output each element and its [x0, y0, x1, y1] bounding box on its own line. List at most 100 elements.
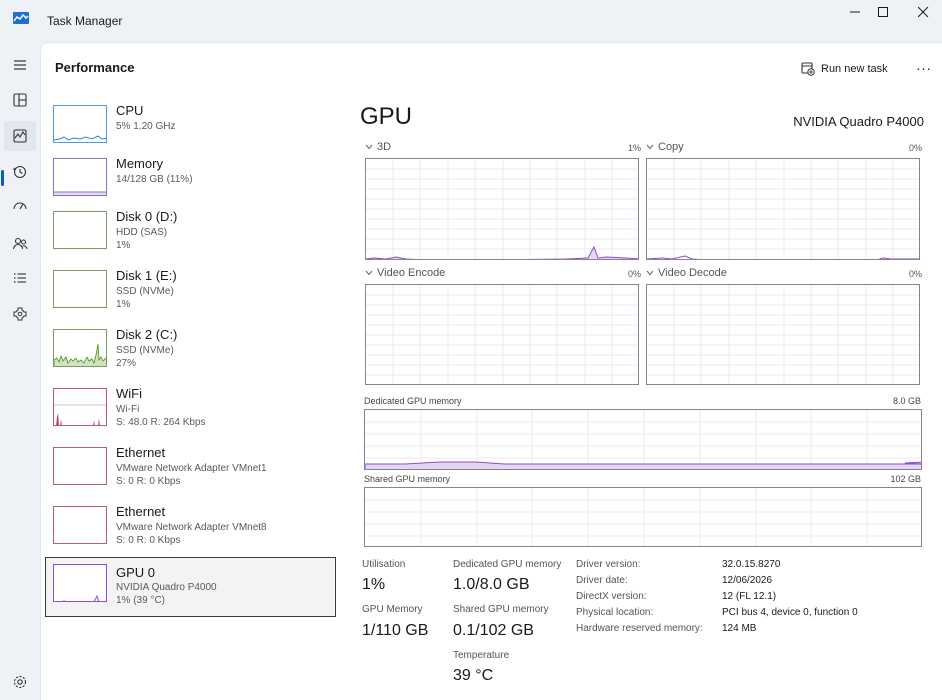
temperature-label: Temperature — [453, 650, 510, 661]
utilisation-label: Utilisation — [362, 559, 406, 570]
gpu-model-name: NVIDIA Quadro P4000 — [793, 114, 924, 129]
nav-processes[interactable] — [4, 85, 36, 115]
device-ethernet-vmnet8[interactable]: Ethernet VMware Network Adapter VMnet8 S… — [45, 502, 336, 560]
device-usage: 1% — [116, 240, 131, 251]
run-task-icon — [801, 62, 815, 76]
engine-video-encode-selector[interactable]: Video Encode — [365, 267, 445, 279]
run-new-task-label: Run new task — [821, 63, 888, 75]
device-detail: SSD (NVMe) — [116, 286, 174, 297]
device-memory[interactable]: Memory 14/128 GB (11%) — [45, 154, 336, 212]
run-new-task-button[interactable]: Run new task — [801, 59, 888, 79]
engine-copy-percent: 0% — [908, 143, 922, 153]
task-manager-app-icon — [13, 12, 29, 24]
chevron-down-icon — [365, 144, 373, 150]
info-key: Driver date: — [576, 575, 628, 586]
device-detail: 14/128 GB (11%) — [116, 174, 193, 185]
engine-video-decode-graph — [646, 284, 920, 385]
device-name: Disk 2 (C:) — [116, 327, 178, 342]
nav-services[interactable] — [4, 299, 36, 329]
dedicated-memory-graph — [364, 409, 922, 470]
device-name: CPU — [116, 103, 144, 118]
device-name: Memory — [116, 156, 163, 171]
gpu-0-thumbnail-graph — [53, 564, 107, 602]
device-name: WiFi — [116, 386, 142, 401]
engine-video-encode-graph — [365, 284, 639, 385]
shared-gpu-memory-value: 0.1/102 GB — [453, 622, 534, 639]
more-options-button[interactable]: ... — [913, 57, 935, 77]
settings-icon — [13, 675, 27, 689]
device-name: Disk 0 (D:) — [116, 209, 178, 224]
device-disk-2[interactable]: Disk 2 (C:) SSD (NVMe) 27% — [45, 325, 336, 383]
device-detail: NVIDIA Quadro P4000 — [116, 582, 217, 593]
nav-hamburger[interactable] — [4, 50, 36, 80]
info-value: 124 MB — [722, 623, 757, 634]
info-key: Physical location: — [576, 607, 654, 618]
device-name: Disk 1 (E:) — [116, 268, 177, 283]
shared-gpu-memory-label: Shared GPU memory — [453, 604, 549, 615]
device-detail: VMware Network Adapter VMnet8 — [116, 522, 267, 533]
engine-label: Video Encode — [377, 267, 446, 279]
engine-label: 3D — [377, 141, 392, 153]
wifi-thumbnail-graph — [53, 388, 107, 426]
info-value: 12 (FL 12.1) — [722, 591, 777, 602]
ethernet-vmnet8-thumbnail-graph — [53, 506, 107, 544]
shared-memory-max: 102 GB — [890, 474, 921, 484]
device-throughput: S: 0 R: 0 Kbps — [116, 476, 181, 487]
device-gpu-0[interactable]: GPU 0 NVIDIA Quadro P4000 1% (39 °C) — [45, 557, 336, 617]
disk-0-thumbnail-graph — [53, 211, 107, 249]
shared-memory-label: Shared GPU memory — [364, 474, 451, 484]
maximize-icon — [878, 7, 888, 17]
engine-copy-selector[interactable]: Copy — [646, 141, 684, 153]
dedicated-memory-label: Dedicated GPU memory — [364, 396, 462, 406]
window-title: Task Manager — [47, 14, 123, 28]
memory-thumbnail-graph — [53, 158, 107, 196]
hamburger-icon — [14, 60, 26, 70]
engine-video-decode-selector[interactable]: Video Decode — [646, 267, 727, 279]
info-value: PCI bus 4, device 0, function 0 — [722, 607, 858, 618]
chevron-down-icon — [646, 144, 654, 150]
gpu-heading: GPU — [360, 103, 413, 130]
close-icon — [917, 6, 929, 18]
device-name: Ethernet — [116, 445, 166, 460]
device-disk-0[interactable]: Disk 0 (D:) HDD (SAS) 1% — [45, 207, 336, 265]
navigation-rail — [0, 42, 40, 700]
device-ethernet-vmnet1[interactable]: Ethernet VMware Network Adapter VMnet1 S… — [45, 443, 336, 501]
device-usage: 1% — [116, 299, 131, 310]
info-key: Hardware reserved memory: — [576, 623, 703, 634]
device-usage: 1% (39 °C) — [116, 595, 166, 606]
device-detail: SSD (NVMe) — [116, 345, 174, 356]
temperature-value: 39 °C — [453, 667, 494, 684]
nav-details[interactable] — [4, 263, 36, 293]
engine-label: Video Decode — [658, 267, 727, 279]
engine-3d-selector[interactable]: 3D — [365, 141, 391, 153]
engine-video-encode-percent: 0% — [627, 269, 641, 279]
nav-users[interactable] — [4, 228, 36, 258]
dedicated-gpu-memory-label: Dedicated GPU memory — [453, 559, 562, 570]
device-throughput: S: 48.0 R: 264 Kbps — [116, 417, 206, 428]
nav-app-history[interactable] — [4, 157, 36, 187]
device-throughput: S: 0 R: 0 Kbps — [116, 535, 181, 546]
dedicated-memory-max: 8.0 GB — [892, 396, 921, 406]
device-detail: HDD (SAS) — [116, 227, 168, 238]
engine-3d-percent: 1% — [627, 143, 641, 153]
engine-3d-graph — [365, 158, 639, 260]
gpu-memory-value: 1/110 GB — [362, 622, 429, 639]
app-history-icon — [12, 165, 27, 179]
gpu-memory-label: GPU Memory — [362, 604, 423, 615]
nav-settings[interactable] — [4, 667, 36, 697]
nav-performance[interactable] — [4, 121, 36, 151]
users-icon — [12, 237, 28, 250]
device-name: Ethernet — [116, 504, 166, 519]
close-button[interactable] — [900, 0, 942, 24]
device-wifi[interactable]: WiFi Wi-Fi S: 48.0 R: 264 Kbps — [45, 384, 336, 442]
disk-2-thumbnail-graph — [53, 329, 107, 367]
cpu-thumbnail-graph — [53, 105, 107, 143]
info-value: 32.0.15.8270 — [722, 559, 781, 570]
disk-1-thumbnail-graph — [53, 270, 107, 308]
device-disk-1[interactable]: Disk 1 (E:) SSD (NVMe) 1% — [45, 266, 336, 324]
content-panel: Performance Run new task ... CPU 5% 1.20… — [40, 42, 942, 700]
device-cpu[interactable]: CPU 5% 1.20 GHz — [45, 101, 336, 159]
nav-startup-apps[interactable] — [4, 192, 36, 222]
engine-copy-graph — [646, 158, 920, 260]
device-usage: 27% — [116, 358, 137, 369]
